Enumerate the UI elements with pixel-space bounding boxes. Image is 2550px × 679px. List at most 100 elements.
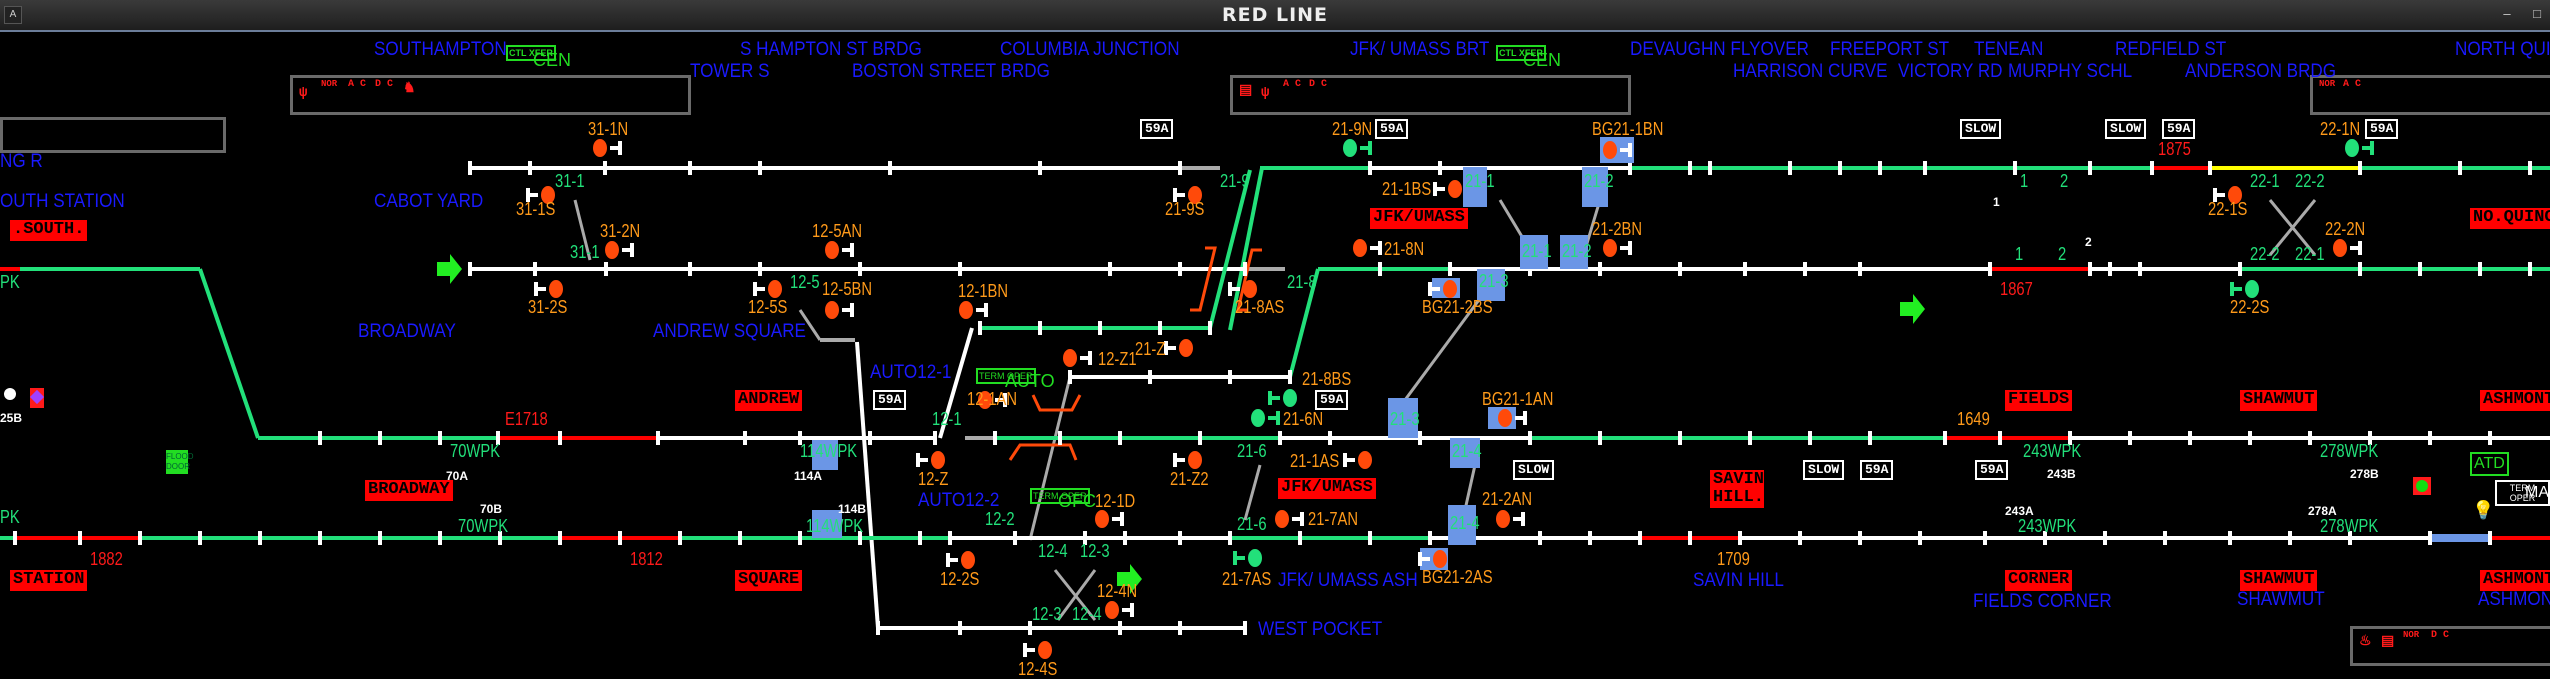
signal-head-21-9N[interactable]	[1343, 139, 1357, 157]
light-bulb-icon[interactable]: 💡	[2472, 500, 2494, 521]
ac-ground-icon[interactable]: A C	[348, 80, 366, 90]
pump-icon[interactable]: ψ	[1261, 86, 1269, 100]
signal-22-2S[interactable]	[2230, 280, 2259, 298]
signal-head-12-5BN[interactable]	[825, 301, 839, 319]
station-tag-broadway[interactable]: BROADWAY	[365, 480, 453, 501]
signal-head-12-Z[interactable]	[931, 451, 945, 469]
signal-head-12-5AN[interactable]	[825, 241, 839, 259]
signal-head-21-1BS[interactable]	[1448, 180, 1462, 198]
station-tag-corner[interactable]: CORNER	[2005, 570, 2073, 591]
signal-head-22-2S[interactable]	[2245, 280, 2259, 298]
signal-head-12-2S[interactable]	[961, 551, 975, 569]
signal-21-Z[interactable]	[1164, 339, 1193, 357]
signal-12-4N[interactable]	[1105, 601, 1134, 619]
signal-head-31-1N[interactable]	[593, 139, 607, 157]
intrusion-icon[interactable]: ♞	[403, 82, 416, 96]
station-tag-square[interactable]: SQUARE	[735, 570, 803, 591]
signal-22-2N[interactable]	[2333, 239, 2362, 257]
signal-12-Z1[interactable]	[1063, 349, 1092, 367]
crossover-south[interactable]	[198, 268, 260, 439]
signal-12-5BN[interactable]	[825, 301, 854, 319]
signal-12-5AN[interactable]	[825, 241, 854, 259]
dc-ground-icon[interactable]: D C	[375, 80, 393, 90]
signal-head-12-4S[interactable]	[1038, 641, 1052, 659]
signal-head-21-1AS[interactable]	[1358, 451, 1372, 469]
switch-21-4[interactable]	[1463, 464, 1477, 511]
signal-21-7AN[interactable]	[1275, 510, 1304, 528]
dc-ground-icon[interactable]: D C	[2431, 631, 2449, 641]
station-tag-jfk-umass-2[interactable]: JFK/UMASS	[1278, 478, 1376, 499]
signal-head-22-1N[interactable]	[2345, 139, 2359, 157]
signal-12-4S[interactable]	[1023, 641, 1052, 659]
signal-21-1BS[interactable]	[1433, 180, 1462, 198]
fan-icon[interactable]: ▤	[1239, 84, 1252, 98]
pocket-lead[interactable]	[855, 341, 880, 629]
signal-head-21-Z[interactable]	[1179, 339, 1193, 357]
signal-head-21-8N[interactable]	[1353, 239, 1367, 257]
signal-31-2S[interactable]	[534, 280, 563, 298]
station-tag-station[interactable]: STATION	[10, 570, 88, 591]
station-tag-jfk-umass-1[interactable]: JFK/UMASS	[1370, 208, 1468, 229]
signal-head-12-Z1[interactable]	[1063, 349, 1077, 367]
flood-door-indicator[interactable]: FLOOD DOOR	[166, 450, 194, 474]
signal-head-31-2N[interactable]	[605, 241, 619, 259]
signal-12-1BN[interactable]	[959, 301, 988, 319]
signal-head-12-4N[interactable]	[1105, 601, 1119, 619]
station-tag-savin-hill[interactable]: SAVIN HILL.	[1710, 470, 1764, 508]
signal-head-21-8BS[interactable]	[1283, 389, 1297, 407]
station-tag-shawmut-1[interactable]: SHAWMUT	[2240, 390, 2318, 411]
signal-12-1D[interactable]	[1095, 510, 1124, 528]
signal-21-8BS[interactable]	[1268, 389, 1297, 407]
heater-nor-icon[interactable]: NOR	[321, 80, 337, 89]
signal-head-BG21-1BN[interactable]	[1603, 141, 1617, 159]
signal-head-21-2AN[interactable]	[1496, 510, 1510, 528]
signal-head-21-Z2[interactable]	[1188, 451, 1202, 469]
ac-ground-icon[interactable]: A C	[2343, 80, 2361, 90]
pump-icon[interactable]: ψ	[299, 86, 307, 100]
signal-12-Z[interactable]	[916, 451, 945, 469]
signal-21-Z2[interactable]	[1173, 451, 1202, 469]
signal-21-6N[interactable]	[1251, 409, 1280, 427]
signal-21-9N[interactable]	[1343, 139, 1372, 157]
fire-icon[interactable]: ♨	[2359, 635, 2372, 649]
signal-31-2N[interactable]	[605, 241, 634, 259]
dc-ground-icon[interactable]: D C	[1309, 80, 1327, 90]
signal-head-BG21-1AN[interactable]	[1498, 409, 1512, 427]
signal-head-12-5S[interactable]	[768, 280, 782, 298]
signal-head-21-7AS[interactable]	[1248, 549, 1262, 567]
station-tag-no-quincy[interactable]: NO.QUINC	[2470, 208, 2550, 229]
signal-head-12-1D[interactable]	[1095, 510, 1109, 528]
speed-sign-59a-7: 59A	[1860, 460, 1894, 480]
signal-head-BG21-2AS[interactable]	[1433, 550, 1447, 568]
signal-21-2BN[interactable]	[1603, 239, 1632, 257]
switch-21-6[interactable]	[1243, 464, 1262, 521]
station-tag-shawmut-2[interactable]: SHAWMUT	[2240, 570, 2318, 591]
signal-12-2S[interactable]	[946, 551, 975, 569]
signal-head-21-7AN[interactable]	[1275, 510, 1289, 528]
signal-21-7AS[interactable]	[1233, 549, 1262, 567]
signal-head-21-2BN[interactable]	[1603, 239, 1617, 257]
heater-nor-icon[interactable]: NOR	[2403, 631, 2419, 640]
ac-ground-icon[interactable]: A C	[1283, 80, 1301, 90]
atd-indicator[interactable]: ATD	[2470, 452, 2509, 476]
signal-head-BG21-2BS[interactable]	[1443, 280, 1457, 298]
signal-head-22-2N[interactable]	[2333, 239, 2347, 257]
station-tag-andrew[interactable]: ANDREW	[735, 390, 803, 411]
signal-head-31-2S[interactable]	[549, 280, 563, 298]
station-tag-fields[interactable]: FIELDS	[2005, 390, 2073, 411]
signal-head-21-6N[interactable]	[1251, 409, 1265, 427]
station-tag-ashmont-2[interactable]: ASHMONT	[2480, 570, 2550, 591]
fan-icon[interactable]: ▤	[2381, 635, 2394, 649]
signal-21-1AS[interactable]	[1343, 451, 1372, 469]
signal-22-1N[interactable]	[2345, 139, 2374, 157]
status-lamp-box-left[interactable]	[29, 388, 45, 408]
station-tag-south[interactable]: .SOUTH.	[10, 220, 88, 241]
signal-21-2AN[interactable]	[1496, 510, 1525, 528]
station-tag-ashmont-1[interactable]: ASHMONT	[2480, 390, 2550, 411]
signal-31-1N[interactable]	[593, 139, 622, 157]
signal-21-8N[interactable]	[1353, 239, 1382, 257]
signal-12-5S[interactable]	[753, 280, 782, 298]
status-lamp-box[interactable]	[2413, 477, 2431, 495]
signal-head-21-8AS[interactable]	[1243, 280, 1257, 298]
signal-head-12-1BN[interactable]	[959, 301, 973, 319]
